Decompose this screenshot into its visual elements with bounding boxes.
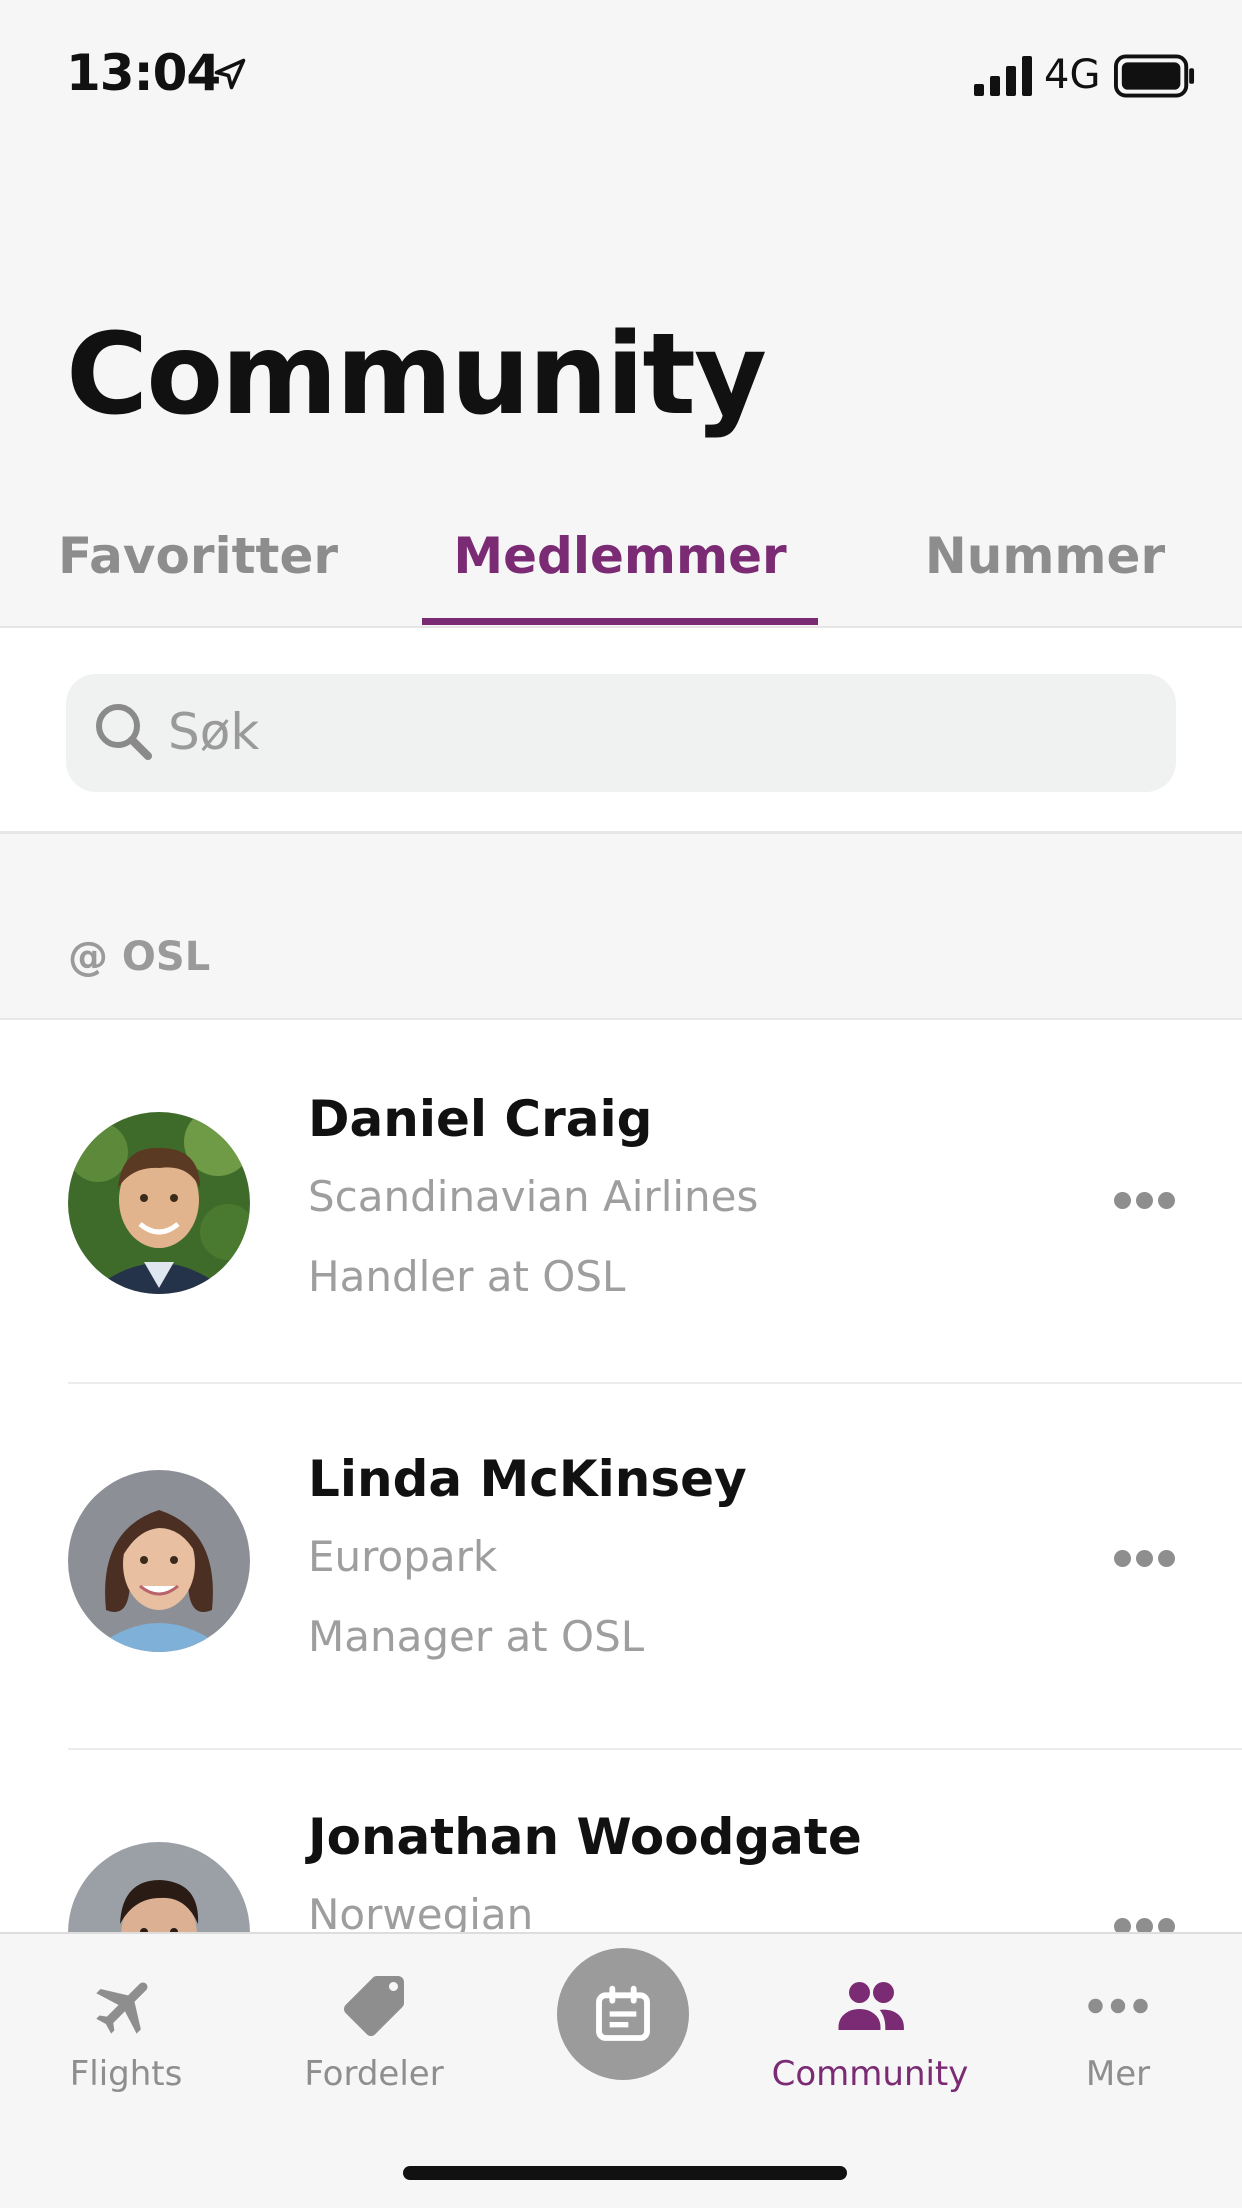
- member-name: Daniel Craig: [308, 1090, 653, 1148]
- nav-mer[interactable]: Mer: [998, 1934, 1238, 2134]
- search-input[interactable]: [168, 696, 1148, 768]
- ellipsis-icon: [1088, 1998, 1148, 2014]
- avatar: [68, 1470, 250, 1652]
- airplane-icon: [96, 1982, 148, 2034]
- tab-favoritter[interactable]: Favoritter: [30, 500, 366, 626]
- people-icon: [838, 1982, 904, 2030]
- list-item[interactable]: Daniel Craig Scandinavian Airlines Handl…: [0, 1020, 1242, 1384]
- nav-label: Flights: [69, 2054, 183, 2094]
- nav-label: Fordeler: [304, 2054, 444, 2094]
- search-area: [0, 628, 1242, 834]
- member-role: Handler at OSL: [308, 1252, 626, 1301]
- avatar: [68, 1842, 250, 1940]
- nav-flights[interactable]: Flights: [6, 1934, 246, 2134]
- tag-icon: [344, 1976, 404, 2036]
- avatar: [68, 1112, 250, 1294]
- list-item[interactable]: Linda McKinsey Europark Manager at OSL: [0, 1384, 1242, 1750]
- section-header: @ OSL: [0, 834, 1242, 1020]
- member-company: Scandinavian Airlines: [308, 1172, 759, 1221]
- member-name: Linda McKinsey: [308, 1450, 747, 1508]
- nav-community[interactable]: Community: [750, 1934, 990, 2134]
- member-name: Jonathan Woodgate: [308, 1808, 862, 1866]
- nav-fordeler[interactable]: Fordeler: [254, 1934, 494, 2134]
- calendar-icon: [596, 1985, 650, 2041]
- home-indicator: [403, 2166, 847, 2180]
- more-options-button[interactable]: [1100, 1528, 1190, 1588]
- status-time: 13:04: [66, 44, 221, 102]
- nav-label: Community: [771, 2054, 969, 2094]
- member-company: Europark: [308, 1532, 498, 1581]
- list-item[interactable]: Jonathan Woodgate Norwegian: [0, 1750, 1242, 1940]
- nav-label: Mer: [1085, 2054, 1151, 2094]
- signal-icon: [974, 56, 1032, 96]
- section-label: @ OSL: [68, 934, 211, 980]
- battery-icon: [1114, 54, 1195, 98]
- search-box[interactable]: [66, 674, 1176, 792]
- active-tab-indicator: [422, 618, 818, 625]
- segment-tabs: Favoritter Medlemmer Nummer: [0, 500, 1242, 628]
- search-icon: [96, 704, 152, 760]
- location-arrow-icon: [214, 58, 246, 90]
- member-role: Manager at OSL: [308, 1612, 645, 1661]
- status-bar: 13:04 4G: [0, 0, 1242, 150]
- page-title: Community: [66, 310, 767, 440]
- tab-medlemmer[interactable]: Medlemmer: [422, 500, 818, 626]
- calendar-button[interactable]: [557, 1948, 689, 2080]
- network-label: 4G: [1044, 52, 1101, 98]
- more-options-button[interactable]: [1100, 1170, 1190, 1230]
- member-list: Daniel Craig Scandinavian Airlines Handl…: [0, 1020, 1242, 1940]
- tab-nummer[interactable]: Nummer: [880, 500, 1210, 626]
